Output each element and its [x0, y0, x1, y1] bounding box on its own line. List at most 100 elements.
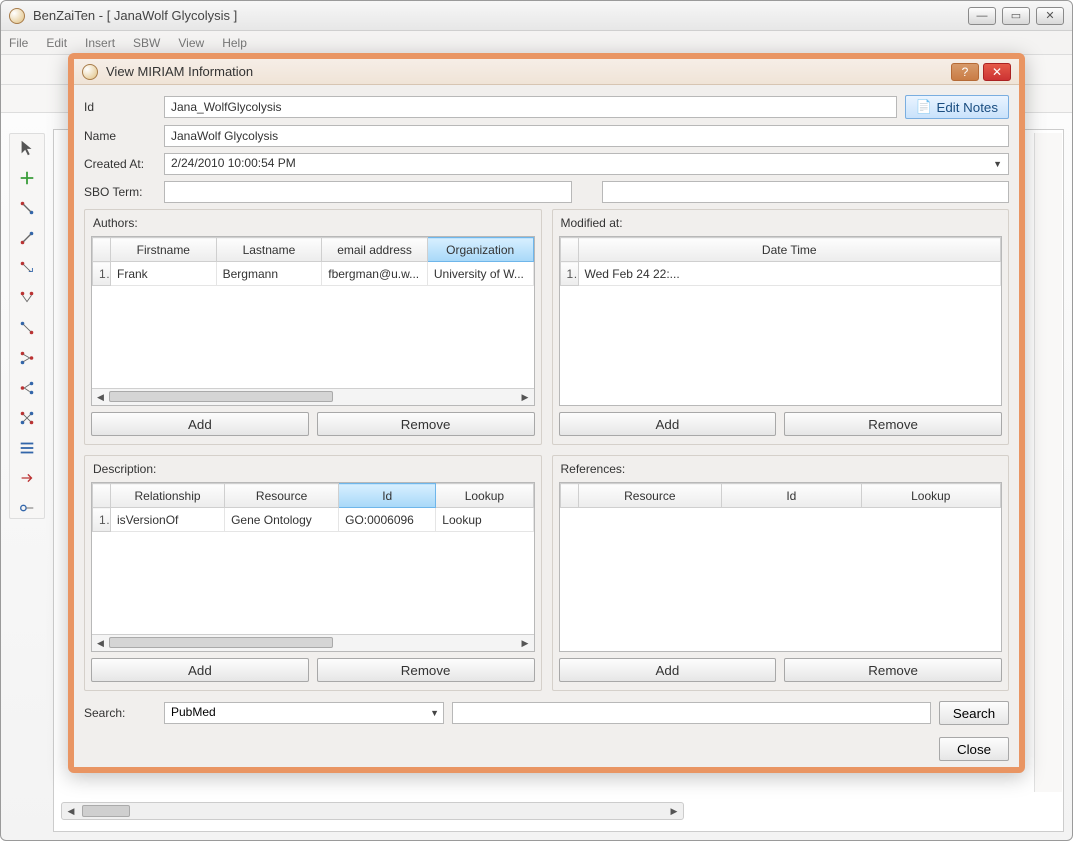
modified-table[interactable]: Date Time 1 Wed Feb 24 22:... [560, 237, 1002, 286]
description-col-relationship[interactable]: Relationship [111, 484, 225, 508]
authors-title: Authors: [93, 216, 535, 230]
terminal-node-icon[interactable] [17, 498, 37, 518]
modified-add-button[interactable]: Add [559, 412, 777, 436]
node-tool-8-icon[interactable] [17, 408, 37, 428]
node-tool-1-icon[interactable] [17, 198, 37, 218]
authors-table[interactable]: Firstname Lastname email address Organiz… [92, 237, 534, 286]
menu-sbw[interactable]: SBW [133, 36, 160, 50]
notes-icon: 📄 [916, 99, 933, 115]
authors-h-scrollbar[interactable]: ◀ ▶ [92, 388, 534, 405]
chevron-down-icon: ▼ [430, 708, 439, 718]
references-remove-button[interactable]: Remove [784, 658, 1002, 682]
edit-notes-label: Edit Notes [937, 100, 999, 115]
description-add-button[interactable]: Add [91, 658, 309, 682]
scroll-left-icon[interactable]: ◀ [92, 392, 109, 403]
authors-col-lastname[interactable]: Lastname [216, 238, 322, 262]
scroll-left-icon[interactable]: ◀ [92, 638, 109, 649]
menu-help[interactable]: Help [222, 36, 247, 50]
canvas-horizontal-scrollbar[interactable]: ◀ ▶ [61, 802, 684, 820]
pointer-tool-icon[interactable] [17, 138, 37, 158]
scroll-left-arrow-icon[interactable]: ◀ [62, 806, 80, 817]
cell-datetime[interactable]: Wed Feb 24 22:... [578, 262, 1001, 286]
references-corner-cell[interactable] [560, 484, 578, 508]
search-source-dropdown[interactable]: PubMed ▼ [164, 702, 444, 724]
cell-lookup[interactable]: Lookup [436, 508, 533, 532]
close-button[interactable]: Close [939, 737, 1009, 761]
add-tool-icon[interactable] [17, 168, 37, 188]
left-toolbox [9, 133, 45, 519]
authors-col-firstname[interactable]: Firstname [111, 238, 217, 262]
description-col-id[interactable]: Id [339, 484, 436, 508]
chevron-down-icon: ▼ [993, 159, 1002, 169]
dialog-help-button[interactable]: ? [951, 63, 979, 81]
description-h-scrollbar[interactable]: ◀ ▶ [92, 634, 534, 651]
name-label: Name [84, 129, 156, 143]
description-col-lookup[interactable]: Lookup [436, 484, 533, 508]
description-col-resource[interactable]: Resource [225, 484, 339, 508]
references-title: References: [561, 462, 1003, 476]
created-at-value: 2/24/2010 10:00:54 PM [171, 156, 296, 170]
modified-corner-cell[interactable] [560, 238, 578, 262]
sbo-term-input-left[interactable] [164, 181, 572, 203]
dialog-close-x-button[interactable]: ✕ [983, 63, 1011, 81]
modified-col-datetime[interactable]: Date Time [578, 238, 1001, 262]
references-col-id[interactable]: Id [722, 484, 861, 508]
description-table[interactable]: Relationship Resource Id Lookup 1 isVers… [92, 483, 534, 532]
authors-col-email[interactable]: email address [322, 238, 428, 262]
modified-remove-button[interactable]: Remove [784, 412, 1002, 436]
cell-id[interactable]: GO:0006096 [339, 508, 436, 532]
maximize-button[interactable]: ▭ [1002, 7, 1030, 25]
table-row[interactable]: 1 Frank Bergmann fbergman@u.w... Univers… [93, 262, 534, 286]
id-input[interactable] [164, 96, 897, 118]
menu-insert[interactable]: Insert [85, 36, 115, 50]
cell-email[interactable]: fbergman@u.w... [322, 262, 428, 286]
arrow-tool-icon[interactable] [17, 468, 37, 488]
scroll-thumb[interactable] [109, 637, 333, 648]
table-row[interactable]: 1 isVersionOf Gene Ontology GO:0006096 L… [93, 508, 534, 532]
references-col-lookup[interactable]: Lookup [861, 484, 1000, 508]
cell-organization[interactable]: University of W... [427, 262, 533, 286]
authors-remove-button[interactable]: Remove [317, 412, 535, 436]
menu-view[interactable]: View [178, 36, 204, 50]
search-input[interactable] [452, 702, 931, 724]
cell-firstname[interactable]: Frank [111, 262, 217, 286]
menu-edit[interactable]: Edit [46, 36, 67, 50]
close-window-button[interactable]: ✕ [1036, 7, 1064, 25]
references-table[interactable]: Resource Id Lookup [560, 483, 1002, 508]
authors-col-organization[interactable]: Organization [427, 238, 533, 262]
name-input[interactable] [164, 125, 1009, 147]
cell-relationship[interactable]: isVersionOf [111, 508, 225, 532]
node-tool-2-icon[interactable] [17, 228, 37, 248]
main-titlebar: BenZaiTen - [ JanaWolf Glycolysis ] — ▭ … [1, 1, 1072, 31]
node-tool-6-icon[interactable] [17, 348, 37, 368]
node-tool-5-icon[interactable] [17, 318, 37, 338]
scroll-thumb[interactable] [82, 805, 130, 817]
scroll-right-icon[interactable]: ▶ [517, 392, 534, 403]
cell-lastname[interactable]: Bergmann [216, 262, 322, 286]
minimize-button[interactable]: — [968, 7, 996, 25]
align-tool-icon[interactable] [17, 438, 37, 458]
row-number: 1 [93, 262, 111, 286]
references-add-button[interactable]: Add [559, 658, 777, 682]
authors-corner-cell[interactable] [93, 238, 111, 262]
sbo-term-input-right[interactable] [602, 181, 1010, 203]
description-corner-cell[interactable] [93, 484, 111, 508]
menu-file[interactable]: File [9, 36, 28, 50]
created-at-dropdown[interactable]: 2/24/2010 10:00:54 PM ▼ [164, 153, 1009, 175]
edit-notes-button[interactable]: 📄 Edit Notes [905, 95, 1009, 119]
description-remove-button[interactable]: Remove [317, 658, 535, 682]
scroll-right-icon[interactable]: ▶ [517, 638, 534, 649]
dialog-title: View MIRIAM Information [106, 64, 253, 79]
node-tool-3-icon[interactable] [17, 258, 37, 278]
node-tool-4-icon[interactable] [17, 288, 37, 308]
node-tool-7-icon[interactable] [17, 378, 37, 398]
search-button[interactable]: Search [939, 701, 1009, 725]
scroll-right-arrow-icon[interactable]: ▶ [665, 806, 683, 817]
cell-resource[interactable]: Gene Ontology [225, 508, 339, 532]
references-col-resource[interactable]: Resource [578, 484, 722, 508]
authors-section: Authors: Firstname Lastname email addres… [84, 209, 542, 445]
scroll-thumb[interactable] [109, 391, 333, 402]
authors-add-button[interactable]: Add [91, 412, 309, 436]
table-row[interactable]: 1 Wed Feb 24 22:... [560, 262, 1001, 286]
app-logo-icon [9, 8, 25, 24]
